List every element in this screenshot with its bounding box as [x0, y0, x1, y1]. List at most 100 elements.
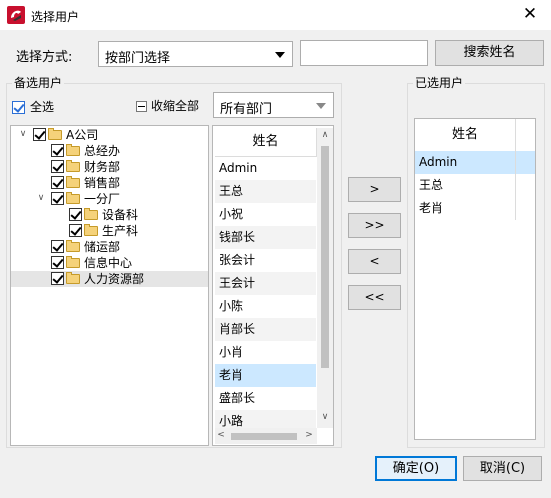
- folder-icon: [66, 256, 80, 268]
- tree-node-label: A公司: [66, 128, 99, 142]
- add-all-button[interactable]: >>: [348, 213, 401, 238]
- tree-node-label: 信息中心: [84, 256, 133, 270]
- scrollbar-thumb[interactable]: [231, 433, 297, 440]
- folder-icon: [66, 176, 80, 188]
- scroll-up-icon[interactable]: ∧: [317, 130, 333, 140]
- user-list-item[interactable]: 王会计: [215, 272, 316, 295]
- column-divider: [515, 151, 516, 174]
- ok-button[interactable]: 确定(O): [375, 456, 457, 481]
- scroll-right-icon[interactable]: >: [303, 430, 315, 440]
- expand-chevron-icon[interactable]: ∨: [17, 128, 29, 140]
- user-list-item[interactable]: 肖部长: [215, 318, 316, 341]
- dropdown-arrow-icon: [275, 52, 285, 58]
- folder-icon: [84, 224, 98, 236]
- tree-node-label: 设备科: [102, 208, 139, 222]
- user-list-item[interactable]: 盛部长: [215, 387, 316, 410]
- select-all-label: 全选: [30, 100, 55, 114]
- column-header-filler: [515, 119, 535, 152]
- candidate-user-list[interactable]: 姓名 Admin 王总 小祝 钱部长 张会计 王会计 小陈 肖部长 小肖 老肖 盛部长 小路 ∧ ∨ …: [212, 125, 334, 446]
- dropdown-arrow-icon: [316, 103, 326, 109]
- name-column-header[interactable]: 姓名: [415, 119, 516, 152]
- tree-node-label: 人力资源部: [84, 272, 145, 286]
- scroll-down-icon[interactable]: ∨: [317, 412, 333, 422]
- remove-all-button[interactable]: <<: [348, 285, 401, 310]
- tree-node-checkbox[interactable]: [51, 240, 64, 253]
- remove-selected-button[interactable]: <: [348, 249, 401, 274]
- search-name-input[interactable]: [300, 40, 428, 66]
- title-bar: [0, 0, 551, 30]
- user-list-item[interactable]: 小祝: [215, 203, 316, 226]
- tree-node[interactable]: ∨ A公司: [11, 127, 208, 143]
- folder-icon: [84, 208, 98, 220]
- selected-user-list[interactable]: 姓名 Admin 王总老肖: [414, 118, 536, 440]
- tree-node-checkbox[interactable]: [69, 224, 82, 237]
- folder-icon: [66, 192, 80, 204]
- cancel-button[interactable]: 取消(C): [463, 456, 542, 481]
- window-title: 选择用户: [31, 10, 80, 24]
- search-name-button[interactable]: 搜索姓名: [435, 40, 544, 66]
- selection-mode-label: 选择方式:: [16, 50, 73, 65]
- tree-node-checkbox[interactable]: [33, 128, 46, 141]
- user-list-item[interactable]: Admin: [215, 157, 316, 180]
- tree-node-label: 一分厂: [84, 192, 121, 206]
- department-filter-value: 所有部门: [220, 102, 273, 117]
- selection-mode-dropdown[interactable]: 按部门选择: [98, 41, 293, 67]
- selected-user-item[interactable]: 老肖: [415, 197, 535, 220]
- selected-user-item[interactable]: Admin: [415, 151, 535, 174]
- tree-node[interactable]: 生产科: [11, 223, 208, 239]
- tree-node-checkbox[interactable]: [51, 144, 64, 157]
- tree-node[interactable]: 设备科: [11, 207, 208, 223]
- tree-node-label: 储运部: [84, 240, 121, 254]
- user-list-item[interactable]: 张会计: [215, 249, 316, 272]
- tree-node-label: 销售部: [84, 176, 121, 190]
- department-tree[interactable]: ∨ A公司总经办财务部销售部 ∨ 一分厂设备科生产科储运部信息中心人力资源部: [10, 125, 209, 446]
- user-list-item[interactable]: 小陈: [215, 295, 316, 318]
- tree-node-checkbox[interactable]: [51, 256, 64, 269]
- user-list-item[interactable]: 王总: [215, 180, 316, 203]
- folder-icon: [48, 128, 62, 140]
- tree-node-checkbox[interactable]: [51, 272, 64, 285]
- select-all-checkbox[interactable]: 全选: [12, 98, 54, 115]
- add-selected-button[interactable]: >: [348, 177, 401, 202]
- vertical-scrollbar[interactable]: ∧ ∨: [317, 128, 333, 428]
- selected-user-item[interactable]: 王总: [415, 174, 535, 197]
- tree-node[interactable]: 信息中心: [11, 255, 208, 271]
- column-divider: [515, 174, 516, 197]
- tree-node-label: 财务部: [84, 160, 121, 174]
- tree-node-checkbox[interactable]: [51, 192, 64, 205]
- tree-node-label: 生产科: [102, 224, 139, 238]
- name-column-header[interactable]: 姓名: [215, 128, 317, 157]
- selected-user-name: Admin: [419, 155, 458, 169]
- candidate-users-title: 备选用户: [12, 74, 65, 91]
- column-divider: [515, 197, 516, 220]
- close-icon[interactable]: ✕: [519, 4, 541, 24]
- folder-icon: [66, 144, 80, 156]
- tree-node-label: 总经办: [84, 144, 121, 158]
- tree-node[interactable]: 销售部: [11, 175, 208, 191]
- selected-user-name: 老肖: [419, 201, 444, 215]
- expand-chevron-icon[interactable]: ∨: [35, 192, 47, 204]
- user-list-item[interactable]: 钱部长: [215, 226, 316, 249]
- tree-node[interactable]: 总经办: [11, 143, 208, 159]
- selected-user-name: 王总: [419, 178, 444, 192]
- checkbox-icon: [12, 101, 25, 114]
- tree-node-checkbox[interactable]: [69, 208, 82, 221]
- collapse-all-toggle[interactable]: 收缩全部: [136, 97, 199, 114]
- tree-node[interactable]: ∨ 一分厂: [11, 191, 208, 207]
- tree-node[interactable]: 财务部: [11, 159, 208, 175]
- department-filter-dropdown[interactable]: 所有部门: [213, 92, 334, 118]
- scroll-left-icon[interactable]: <: [215, 430, 227, 440]
- tree-node-checkbox[interactable]: [51, 176, 64, 189]
- scrollbar-thumb[interactable]: [321, 146, 329, 368]
- tree-node[interactable]: 储运部: [11, 239, 208, 255]
- folder-icon: [66, 240, 80, 252]
- horizontal-scrollbar[interactable]: < >: [215, 428, 317, 444]
- app-logo-icon: [7, 6, 25, 24]
- tree-node-checkbox[interactable]: [51, 160, 64, 173]
- user-list-item[interactable]: 老肖: [215, 364, 316, 387]
- user-list-item[interactable]: 小肖: [215, 341, 316, 364]
- folder-icon: [66, 272, 80, 284]
- tree-node[interactable]: 人力资源部: [11, 271, 208, 287]
- collapse-icon: [136, 101, 147, 112]
- folder-icon: [66, 160, 80, 172]
